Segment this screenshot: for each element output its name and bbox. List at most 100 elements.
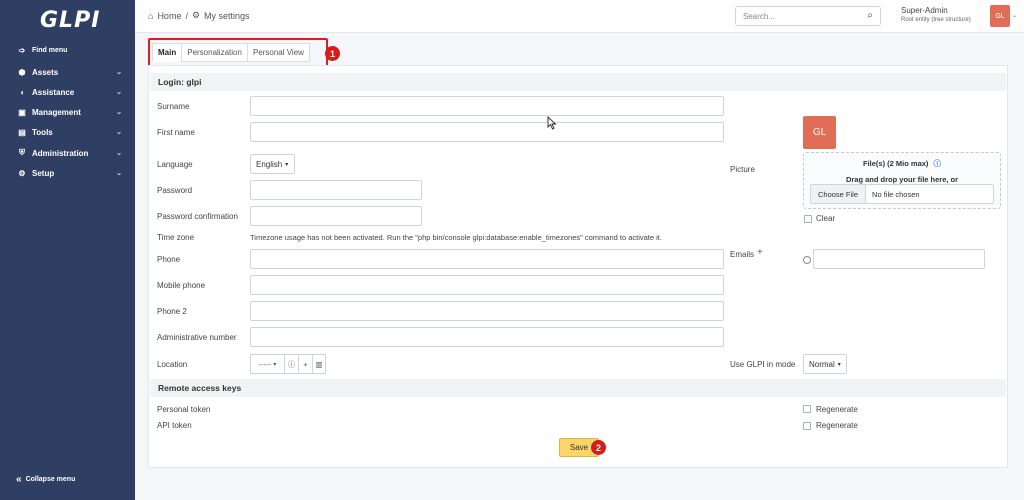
- chevron-down-icon: ⌄: [116, 89, 122, 96]
- sidebar-item-label: Setup: [32, 168, 55, 178]
- search-placeholder: Search...: [743, 12, 776, 21]
- sidebar: GLPI ➩ Find menu ⬢ Assets ⌄ ◖ Assistance…: [0, 0, 135, 500]
- file-input[interactable]: Choose File No file chosen: [810, 184, 994, 204]
- remote-keys-title: Remote access keys: [150, 379, 1006, 397]
- personal-token-label: Personal token: [157, 405, 211, 414]
- home-icon: ⌂: [148, 10, 154, 21]
- phone2-label: Phone 2: [157, 307, 187, 316]
- password-confirm-label: Password confirmation: [157, 212, 238, 221]
- email-field[interactable]: [813, 249, 985, 269]
- wallet-icon: ▣: [18, 107, 26, 117]
- timezone-notice: Timezone usage has not been activated. R…: [250, 233, 662, 242]
- chevron-down-icon[interactable]: ⌄: [1012, 12, 1017, 19]
- no-file-text: No file chosen: [872, 189, 920, 199]
- language-value: English: [256, 159, 283, 169]
- add-icon[interactable]: +: [298, 354, 312, 374]
- clear-checkbox[interactable]: [804, 215, 812, 223]
- sidebar-item-administration[interactable]: ⛨ Administration ⌄: [0, 144, 135, 162]
- sidebar-item-label: Management: [32, 107, 81, 117]
- avatar[interactable]: GL: [990, 5, 1010, 27]
- breadcrumb-separator: /: [185, 10, 188, 21]
- search-icon[interactable]: ⌕: [867, 10, 873, 21]
- location-label: Location: [157, 360, 188, 369]
- settings-form: Login: glpi Surname First name Language …: [148, 65, 1008, 468]
- sidebar-item-tools[interactable]: ▤ Tools ⌄: [0, 123, 135, 141]
- chevron-down-icon: ▾: [285, 161, 289, 168]
- picture-avatar: GL: [803, 116, 836, 149]
- sidebar-item-setup[interactable]: ⚙ Setup ⌄: [0, 164, 135, 182]
- chevron-down-icon: ▾: [837, 361, 841, 368]
- glpi-mode-label: Use GLPI in mode: [730, 360, 796, 369]
- mobile-label: Mobile phone: [157, 281, 206, 290]
- sidebar-item-label: Tools: [32, 127, 53, 137]
- collapse-menu-button[interactable]: « Collapse menu: [16, 474, 75, 485]
- user-settings-icon: ⚙: [191, 10, 201, 20]
- headset-icon: ◖: [19, 87, 25, 97]
- files-title-text: File(s) (2 Mio max): [862, 159, 929, 168]
- breadcrumb: ⌂ Home / ⚙ My settings: [148, 10, 250, 21]
- language-select[interactable]: English ▾: [250, 154, 295, 174]
- location-select[interactable]: ----- ▾: [250, 354, 284, 374]
- user-entity[interactable]: Root entity (tree structure): [901, 17, 971, 23]
- box-icon: ⬢: [18, 67, 26, 77]
- regenerate-personal-checkbox[interactable]: [803, 405, 811, 413]
- sidebar-item-label: Assistance: [32, 87, 75, 97]
- default-email-radio[interactable]: [803, 256, 811, 264]
- map-icon[interactable]: ▥: [312, 354, 326, 374]
- login-title: Login: glpi: [150, 73, 1006, 91]
- phone-field[interactable]: [250, 249, 724, 269]
- find-menu-button[interactable]: ➩ Find menu: [0, 41, 135, 59]
- arrow-right-icon: ➩: [18, 45, 26, 55]
- choose-file-button[interactable]: Choose File: [811, 185, 867, 203]
- sidebar-item-label: Assets: [32, 67, 59, 77]
- collapse-menu-label: Collapse menu: [25, 476, 76, 483]
- chevron-down-icon: ⌄: [116, 170, 122, 177]
- location-group: ----- ▾ ⓘ + ▥: [250, 354, 326, 374]
- glpi-logo[interactable]: GLPI: [40, 8, 100, 33]
- user-name[interactable]: Super-Admin: [901, 6, 948, 15]
- sidebar-item-label: Administration: [32, 148, 89, 158]
- chevron-down-icon: ⌄: [116, 129, 122, 136]
- breadcrumb-home[interactable]: Home: [157, 11, 181, 21]
- firstname-label: First name: [157, 128, 195, 137]
- annotation-badge-1: 1: [325, 46, 340, 61]
- password-field[interactable]: [250, 180, 422, 200]
- password-label: Password: [157, 186, 193, 195]
- regenerate-api-checkbox[interactable]: [803, 422, 811, 430]
- api-token-label: API token: [157, 421, 192, 430]
- surname-field[interactable]: [250, 96, 724, 116]
- file-dropzone[interactable]: File(s) (2 Mio max) ⓘ Drag and drop your…: [803, 152, 1001, 209]
- top-header: ⌂ Home / ⚙ My settings Search... ⌕ Super…: [135, 0, 1024, 33]
- phone2-field[interactable]: [250, 301, 724, 321]
- firstname-field[interactable]: [250, 122, 724, 142]
- chevron-down-icon: ⌄: [116, 109, 122, 116]
- search-input[interactable]: Search... ⌕: [735, 6, 881, 26]
- files-title: File(s) (2 Mio max) ⓘ: [804, 158, 1000, 169]
- regenerate-personal-label: Regenerate: [816, 405, 858, 414]
- info-icon[interactable]: ⓘ: [934, 159, 942, 168]
- regenerate-api-label: Regenerate: [816, 421, 858, 430]
- mobile-phone-field[interactable]: [250, 275, 724, 295]
- gear-icon: ⚙: [18, 168, 26, 178]
- annotation-badge-2: 2: [591, 440, 606, 455]
- admin-number-field[interactable]: [250, 327, 724, 347]
- chevron-down-icon: ⌄: [116, 150, 122, 157]
- drag-drop-text: Drag and drop your file here, or: [845, 175, 959, 184]
- chevron-down-icon: ⌄: [116, 69, 122, 76]
- breadcrumb-current[interactable]: My settings: [204, 11, 250, 21]
- sidebar-item-assistance[interactable]: ◖ Assistance ⌄: [0, 83, 135, 101]
- glpi-mode-value: Normal: [809, 359, 835, 369]
- mouse-cursor-icon: [547, 116, 557, 130]
- sidebar-item-assets[interactable]: ⬢ Assets ⌄: [0, 63, 135, 81]
- password-confirm-field[interactable]: [250, 206, 422, 226]
- chevron-down-icon: ▾: [273, 361, 277, 368]
- language-label: Language: [157, 160, 193, 169]
- timezone-label: Time zone: [157, 233, 195, 242]
- emails-label: Emails: [730, 250, 755, 259]
- info-icon[interactable]: ⓘ: [284, 354, 298, 374]
- sidebar-item-management[interactable]: ▣ Management ⌄: [0, 103, 135, 121]
- add-email-icon[interactable]: +: [757, 247, 763, 258]
- glpi-mode-select[interactable]: Normal ▾: [803, 354, 847, 374]
- picture-label: Picture: [730, 165, 755, 174]
- find-menu-label: Find menu: [32, 46, 68, 54]
